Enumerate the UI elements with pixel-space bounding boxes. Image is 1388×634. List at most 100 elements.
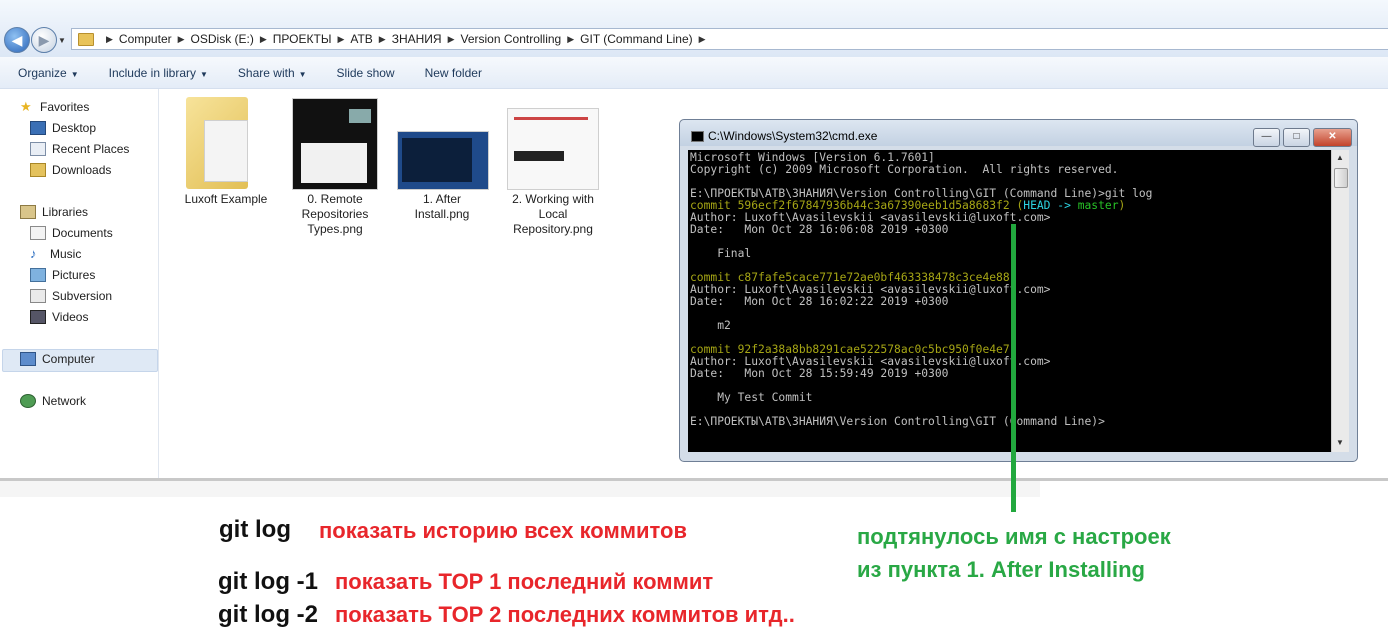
scrollbar-thumb[interactable] [1334, 168, 1348, 188]
downloads-icon [30, 163, 46, 177]
chevron-down-icon: ▼ [298, 69, 307, 79]
include-in-library-menu[interactable]: Include in library ▼ [109, 66, 208, 80]
breadcrumb-item[interactable]: Version Controlling [461, 32, 562, 46]
commit-ref-close: ) [1118, 199, 1126, 212]
console-line: Date: Mon Oct 28 15:59:49 2019 +0300 [690, 367, 949, 380]
chevron-right-icon[interactable]: ▶ [448, 34, 455, 45]
back-button[interactable]: ◀ [4, 27, 30, 53]
libraries-icon [20, 205, 36, 219]
arrow-left-icon: ◀ [11, 32, 23, 48]
console-line: Copyright (c) 2009 Microsoft Corporation… [690, 163, 1119, 176]
chevron-right-icon[interactable]: ▶ [379, 34, 386, 45]
file-label: Luxoft Example [184, 192, 268, 206]
breadcrumb-item[interactable]: OSDisk (E:) [191, 32, 254, 46]
git-log-1-description: показать TOP 1 последний коммит [335, 569, 714, 594]
cmd-titlebar[interactable]: C:\Windows\System32\cmd.exe — □ ✕ [680, 120, 1357, 147]
pictures-icon [30, 268, 46, 282]
chevron-right-icon[interactable]: ▶ [337, 34, 344, 45]
chevron-right-icon[interactable]: ▶ [699, 34, 706, 45]
console-line: Date: Mon Oct 28 16:02:22 2019 +0300 [690, 295, 949, 308]
sidebar-item-documents[interactable]: Documents [30, 226, 113, 240]
cmd-window[interactable]: C:\Windows\System32\cmd.exe — □ ✕ Micros… [679, 119, 1358, 462]
sidebar-item-music[interactable]: ♪ Music [30, 247, 81, 261]
git-log-2-description: показать TOP 2 последних коммитов итд.. [335, 602, 795, 627]
sidebar-item-downloads[interactable]: Downloads [30, 163, 111, 177]
git-log-command: git log [219, 516, 291, 543]
sidebar-item-computer[interactable]: Computer [20, 352, 95, 366]
folder-icon [78, 32, 94, 46]
chevron-right-icon[interactable]: ▶ [178, 34, 185, 45]
breadcrumb-item[interactable]: GIT (Command Line) [580, 32, 692, 46]
documents-icon [30, 226, 46, 240]
console-line: Final [690, 247, 752, 260]
console-line: My Test Commit [690, 391, 813, 404]
cmd-title: C:\Windows\System32\cmd.exe [708, 129, 878, 143]
scroll-down-icon[interactable]: ▼ [1336, 438, 1344, 447]
chevron-right-icon[interactable]: ▶ [260, 34, 267, 45]
cmd-icon [691, 131, 704, 142]
address-bar-area: ◀ ▶ ▼ ▶ Computer ▶ OSDisk (E:) ▶ ПРОЕКТЫ ▶ А… [0, 0, 1388, 58]
chevron-down-icon: ▼ [200, 69, 208, 79]
image-thumbnail [507, 108, 599, 190]
sidebar-item-favorites[interactable]: ★ Favorites [20, 100, 89, 114]
slide-show-button[interactable]: Slide show [337, 66, 395, 80]
new-folder-button[interactable]: New folder [425, 66, 482, 80]
file-label: 2. Working with Local Repository.png [512, 192, 594, 236]
share-with-menu[interactable]: Share with ▼ [238, 66, 307, 80]
close-icon: ✕ [1328, 131, 1337, 142]
command-bar: Organize ▼ Include in library ▼ Share with… [0, 57, 1388, 89]
green-annotation-line1: подтянулось имя с настроек [857, 524, 1171, 549]
git-log-description: показать историю всех коммитов [319, 518, 687, 543]
sidebar-item-pictures[interactable]: Pictures [30, 268, 95, 282]
recent-places-icon [30, 142, 46, 156]
sidebar-item-recent-places[interactable]: Recent Places [30, 142, 129, 156]
forward-button[interactable]: ▶ [31, 27, 57, 53]
git-log-2-command: git log -2 [218, 601, 318, 628]
maximize-button[interactable]: □ [1283, 128, 1310, 147]
computer-icon [20, 352, 36, 366]
console-output[interactable]: Microsoft Windows [Version 6.1.7601] Cop… [688, 150, 1331, 452]
file-label: 0. Remote Repositories Types.png [301, 192, 369, 236]
music-icon: ♪ [30, 246, 37, 261]
videos-icon [30, 310, 46, 324]
console-scrollbar[interactable]: ▲ ▼ [1331, 150, 1349, 452]
subversion-icon [30, 289, 46, 303]
green-annotation-line2: из пункта 1. After Installing [857, 557, 1145, 582]
breadcrumb-item[interactable]: Computer [119, 32, 172, 46]
sidebar-item-network[interactable]: Network [20, 394, 86, 408]
chevron-right-icon[interactable]: ▶ [567, 34, 574, 45]
sidebar-item-libraries[interactable]: Libraries [20, 205, 88, 219]
breadcrumb[interactable]: ▶ Computer ▶ OSDisk (E:) ▶ ПРОЕКТЫ ▶ АТВ ▶ ЗН… [71, 28, 1388, 50]
console-prompt[interactable]: E:\ПРОЕКТЫ\АТВ\ЗНАНИЯ\Version Controllin… [690, 416, 1105, 428]
star-icon: ★ [20, 99, 32, 114]
git-log-1-command: git log -1 [218, 568, 318, 595]
branch-ref: master [1077, 199, 1119, 212]
file-label: 1. After Install.png [414, 192, 470, 221]
divider-shadow [0, 481, 1040, 497]
image-thumbnail [397, 131, 489, 190]
document-preview [204, 120, 248, 182]
breadcrumb-item[interactable]: АТВ [350, 32, 372, 46]
scroll-up-icon[interactable]: ▲ [1336, 153, 1344, 162]
network-icon [20, 394, 36, 408]
chevron-down-icon: ▼ [70, 69, 79, 79]
annotation-pointer-line [1011, 224, 1016, 512]
sidebar-item-videos[interactable]: Videos [30, 310, 88, 324]
navigation-pane: ★ Favorites Desktop Recent Places Downloa… [0, 89, 159, 478]
console-line: Date: Mon Oct 28 16:06:08 2019 +0300 [690, 223, 949, 236]
image-thumbnail [292, 98, 378, 190]
blank-area [240, 278, 645, 478]
sidebar-item-subversion[interactable]: Subversion [30, 289, 112, 303]
maximize-icon: □ [1293, 131, 1300, 142]
breadcrumb-item[interactable]: ЗНАНИЯ [392, 32, 442, 46]
minimize-button[interactable]: — [1253, 128, 1280, 147]
chevron-right-icon[interactable]: ▶ [106, 34, 113, 45]
breadcrumb-item[interactable]: ПРОЕКТЫ [273, 32, 332, 46]
organize-menu[interactable]: Organize ▼ [18, 66, 79, 80]
recent-pages-dropdown[interactable]: ▼ [58, 36, 66, 45]
close-button[interactable]: ✕ [1313, 128, 1352, 147]
sidebar-item-desktop[interactable]: Desktop [30, 121, 96, 135]
minimize-icon: — [1261, 131, 1272, 142]
console-line: m2 [690, 319, 731, 332]
arrow-right-icon: ▶ [38, 32, 50, 48]
